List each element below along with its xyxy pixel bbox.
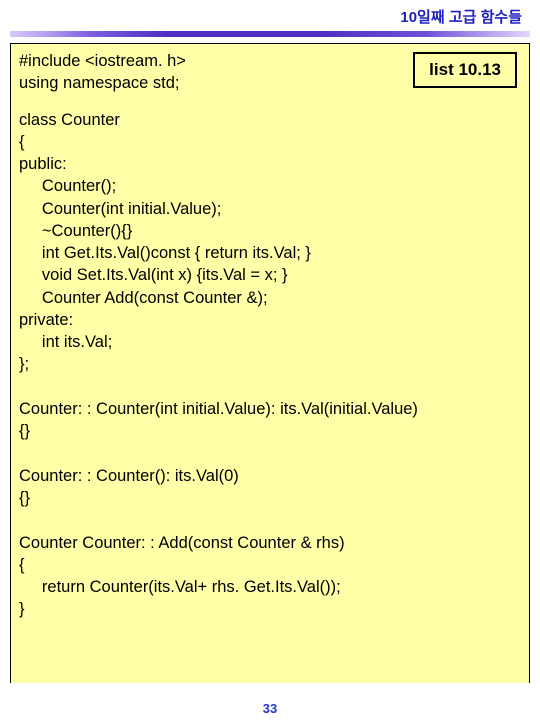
slide-header: 10일째 고급 함수들 bbox=[0, 0, 540, 29]
page-number: 33 bbox=[0, 701, 540, 716]
top-row: #include <iostream. h> using namespace s… bbox=[19, 50, 521, 95]
include-code: #include <iostream. h> using namespace s… bbox=[19, 50, 413, 95]
code-body: class Counter { public: Counter(); Count… bbox=[19, 109, 521, 621]
list-label: list 10.13 bbox=[429, 60, 501, 79]
header-divider bbox=[10, 31, 530, 37]
code-area: #include <iostream. h> using namespace s… bbox=[10, 43, 530, 683]
list-box: list 10.13 bbox=[413, 52, 517, 88]
slide: 10일째 고급 함수들 #include <iostream. h> using… bbox=[0, 0, 540, 720]
header-title: 10일째 고급 함수들 bbox=[400, 9, 522, 26]
include-block: #include <iostream. h> using namespace s… bbox=[19, 50, 413, 95]
